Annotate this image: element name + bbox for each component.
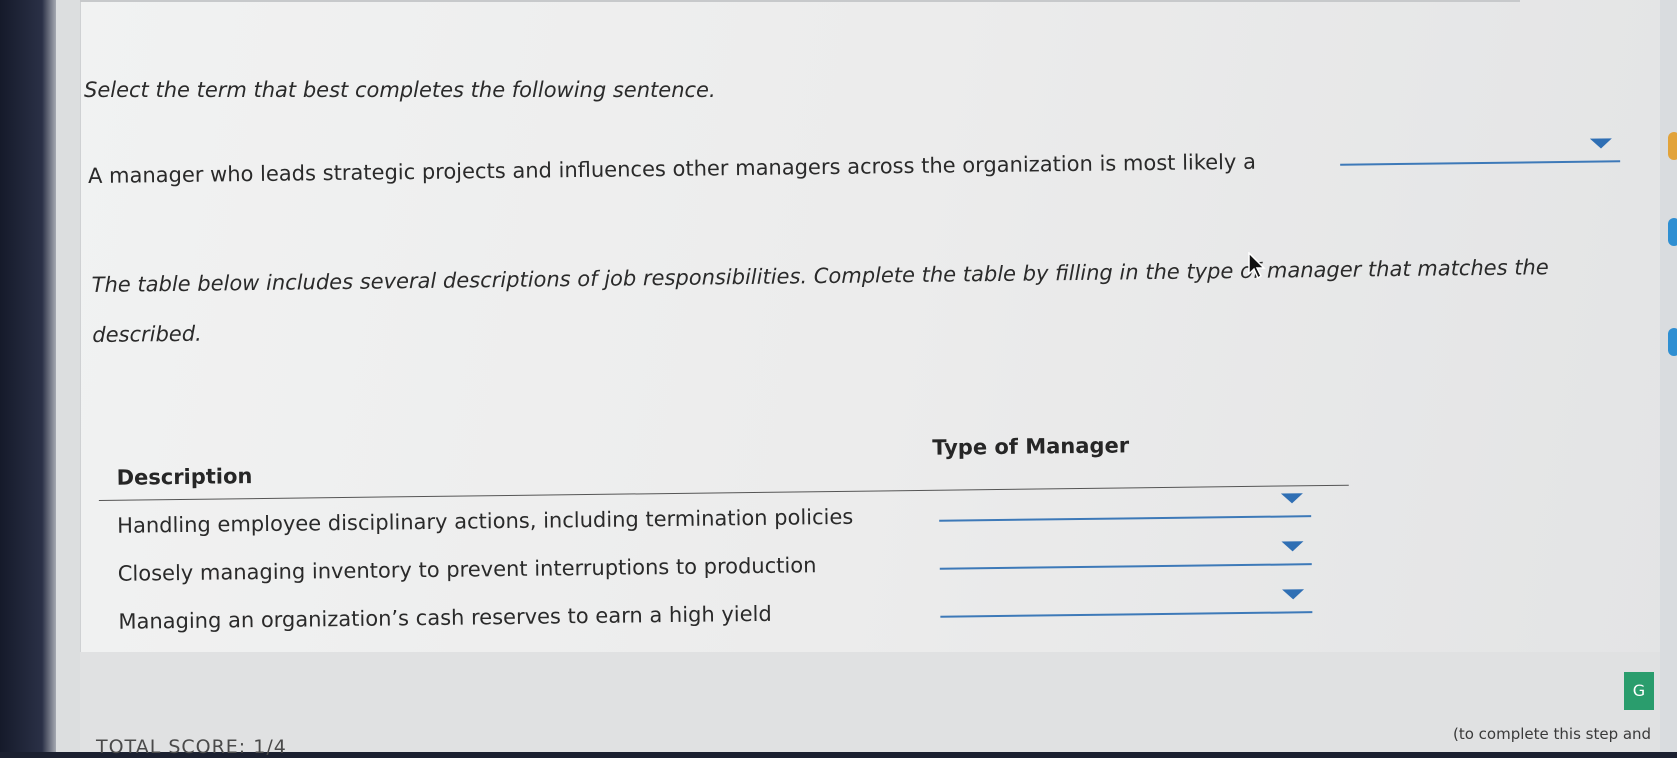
monitor-bezel-left xyxy=(0,0,60,752)
table-row-type-dropdown[interactable] xyxy=(938,489,1312,522)
chevron-down-icon xyxy=(1281,541,1304,552)
side-widget-indicator xyxy=(1668,218,1677,246)
column-header-description: Description xyxy=(116,464,253,490)
chevron-down-icon xyxy=(1280,493,1304,504)
total-score: TOTAL SCORE: 1/4 xyxy=(96,736,287,758)
side-widget-indicator xyxy=(1668,328,1677,356)
table-instructions: The table below includes several descrip… xyxy=(91,255,1549,347)
side-widget-indicator xyxy=(1668,132,1677,160)
screen xyxy=(56,0,1660,752)
responsibility-table: Description Type of Manager Handling emp… xyxy=(98,413,1350,634)
question-frame-top xyxy=(80,0,1520,2)
page-scrollbar[interactable] xyxy=(56,0,81,752)
monitor-bezel-right xyxy=(1660,0,1677,752)
table-row-description: Closely managing inventory to prevent in… xyxy=(117,553,817,586)
step-hint: (to complete this step and xyxy=(1453,725,1652,743)
cursor-icon xyxy=(1248,252,1266,280)
question-instruction: Select the term that best completes the … xyxy=(84,78,716,102)
chevron-down-icon xyxy=(1282,589,1305,600)
table-row-description: Handling employee disciplinary actions, … xyxy=(117,504,854,538)
score-footer xyxy=(80,652,1660,752)
chevron-down-icon xyxy=(1589,138,1612,149)
table-row-type-dropdown[interactable] xyxy=(940,585,1313,618)
column-header-type-of-manager: Type of Manager xyxy=(932,433,1130,460)
manager-type-dropdown[interactable] xyxy=(1339,134,1621,166)
continue-button[interactable]: G xyxy=(1624,672,1654,710)
table-row-type-dropdown[interactable] xyxy=(939,537,1312,570)
